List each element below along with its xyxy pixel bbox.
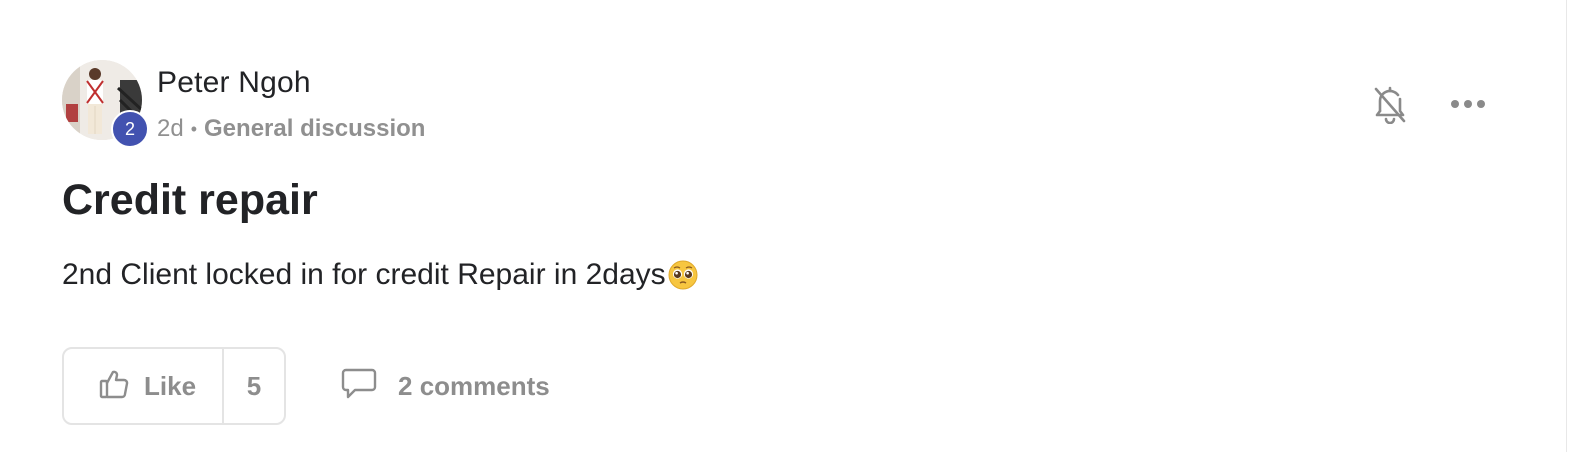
level-badge: 2 (111, 110, 149, 148)
comment-icon (340, 367, 378, 406)
author-avatar[interactable]: 2 (62, 60, 149, 148)
more-horizontal-icon[interactable] (1448, 84, 1488, 124)
post-card: 2 Peter Ngoh 2d • General discussion Cre… (0, 0, 1567, 452)
post-title: Credit repair (62, 176, 318, 224)
comments-button[interactable]: 2 comments (340, 367, 550, 406)
post-subline: 2d • General discussion (157, 115, 425, 143)
post-footer: Like 5 2 comments (62, 347, 550, 425)
post-body-text: 2nd Client locked in for credit Repair i… (62, 258, 666, 291)
post-category[interactable]: General discussion (204, 115, 425, 143)
like-button[interactable]: Like (64, 349, 225, 423)
like-label: Like (144, 370, 197, 401)
thumbs-up-icon (98, 368, 130, 405)
post-meta: Peter Ngoh 2d • General discussion (157, 66, 425, 143)
like-group: Like 5 (62, 347, 287, 425)
bell-off-icon[interactable] (1370, 84, 1410, 124)
pleading-face-emoji (668, 260, 698, 290)
author-name[interactable]: Peter Ngoh (157, 66, 425, 104)
post-header: 2 Peter Ngoh 2d • General discussion (62, 60, 425, 148)
post-age: 2d (157, 115, 184, 142)
meta-separator: • (190, 118, 198, 139)
like-count[interactable]: 5 (224, 349, 284, 423)
post-top-actions (1370, 84, 1488, 124)
comments-label: 2 comments (398, 370, 550, 401)
post-body: 2nd Client locked in for credit Repair i… (62, 258, 698, 292)
